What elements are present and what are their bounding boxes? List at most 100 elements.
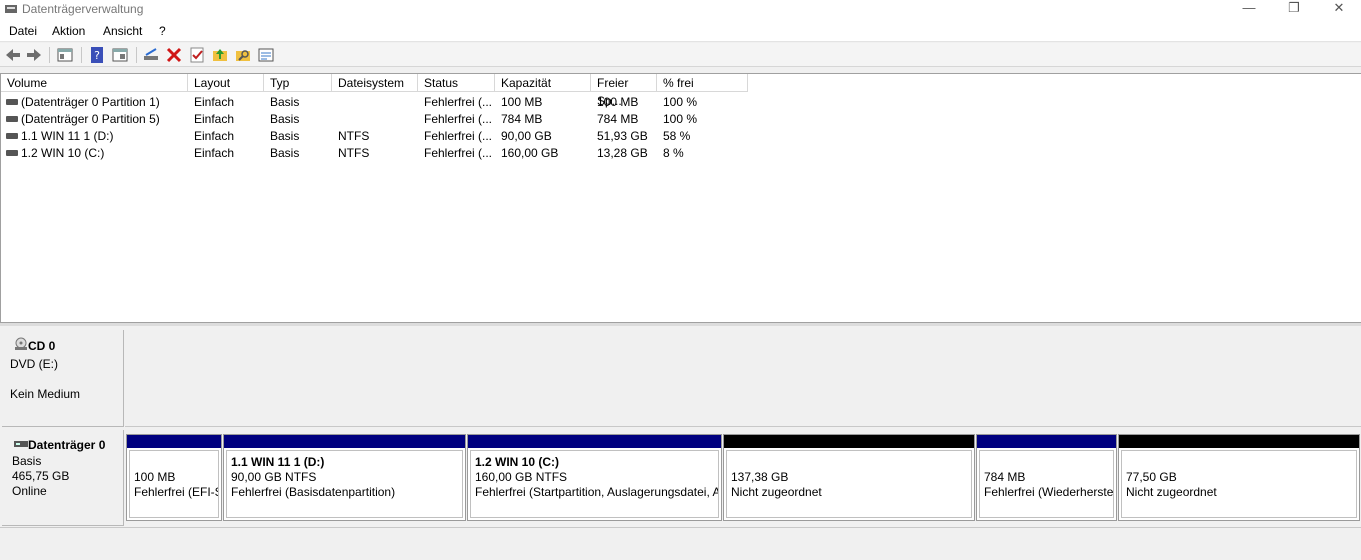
volume-type: Basis: [270, 146, 300, 160]
volume-icon: [6, 150, 18, 156]
close-button[interactable]: ✕: [1316, 0, 1361, 18]
partition-win10[interactable]: 1.2 WIN 10 (C:) 160,00 GB NTFS Fehlerfre…: [467, 434, 722, 521]
volume-icon: [6, 116, 18, 122]
partition-recovery[interactable]: 784 MB Fehlerfrei (Wiederherste: [976, 434, 1117, 521]
volume-capacity: 100 MB: [501, 95, 543, 109]
menu-datei[interactable]: Datei: [9, 24, 37, 38]
partition-status: Fehlerfrei (Startpartition, Auslagerungs…: [475, 485, 719, 499]
partition-status: Fehlerfrei (Wiederherste: [984, 485, 1114, 499]
partition-win11[interactable]: 1.1 WIN 11 1 (D:) 90,00 GB NTFS Fehlerfr…: [223, 434, 466, 521]
volume-name: 1.1 WIN 11 1 (D:): [21, 129, 114, 143]
volume-free-space: 51,93 GB: [597, 129, 648, 143]
column-header-layout[interactable]: Layout: [188, 74, 264, 92]
minimize-button[interactable]: —: [1226, 0, 1272, 18]
partition-unallocated-2[interactable]: 77,50 GB Nicht zugeordnet: [1118, 434, 1360, 521]
volume-name: (Datenträger 0 Partition 5): [21, 112, 160, 126]
partition-size: 160,00 GB NTFS: [475, 470, 568, 484]
disk-0-label[interactable]: Datenträger 0 Basis 465,75 GB Online: [2, 430, 124, 526]
partition-bar: [1119, 435, 1359, 448]
volume-percent-free: 100 %: [663, 112, 698, 126]
table-row[interactable]: 1.1 WIN 11 1 (D:) Einfach Basis NTFS Feh…: [1, 128, 761, 145]
partition-status: Fehlerfrei (Basisdatenpartition): [231, 485, 396, 499]
volume-status: Fehlerfrei (...: [424, 146, 493, 160]
cd-0-name: CD 0: [28, 339, 56, 353]
list-view-icon[interactable]: [257, 46, 275, 64]
volume-status: Fehlerfrei (...: [424, 129, 493, 143]
disk-0-state: Online: [12, 484, 47, 498]
volume-status: Fehlerfrei (...: [424, 95, 493, 109]
volume-percent-free: 58 %: [663, 129, 691, 143]
svg-text:?: ?: [94, 49, 100, 62]
volume-layout: Einfach: [194, 95, 235, 109]
volume-name: (Datenträger 0 Partition 1): [21, 95, 160, 109]
console-tree-icon[interactable]: [56, 46, 74, 64]
status-divider: [0, 527, 1361, 528]
properties-pane-icon[interactable]: [111, 46, 129, 64]
menu-aktion[interactable]: Aktion: [52, 24, 85, 38]
partition-bar: [468, 435, 721, 448]
volume-type: Basis: [270, 95, 300, 109]
partition-size: 90,00 GB NTFS: [231, 470, 317, 484]
help-icon[interactable]: ?: [88, 46, 106, 64]
partition-status: Nicht zugeordnet: [731, 485, 822, 499]
menu-bar: Datei Aktion Ansicht ?: [0, 20, 1361, 42]
folder-up-icon[interactable]: [211, 46, 229, 64]
forward-arrow-icon[interactable]: [25, 46, 43, 64]
volume-percent-free: 8 %: [663, 146, 684, 160]
volume-free-space: 784 MB: [597, 112, 639, 126]
partition-size: 77,50 GB: [1126, 470, 1177, 484]
volume-name: 1.2 WIN 10 (C:): [21, 146, 105, 160]
cd-drive-icon: [15, 337, 27, 350]
cd-0-area[interactable]: [125, 330, 1361, 427]
volume-free-space: 100 MB: [597, 95, 639, 109]
partition-size: 137,38 GB: [731, 470, 789, 484]
checklist-icon[interactable]: [188, 46, 206, 64]
volume-type: Basis: [270, 129, 300, 143]
menu-ansicht[interactable]: Ansicht: [103, 24, 142, 38]
volume-icon: [6, 133, 18, 139]
toolbar-separator: [49, 47, 50, 63]
hard-disk-icon: [14, 441, 28, 447]
menu-help[interactable]: ?: [159, 24, 166, 38]
toolbar-separator: [81, 47, 82, 63]
connect-drive-icon[interactable]: [142, 46, 160, 64]
column-header-typ[interactable]: Typ: [264, 74, 332, 92]
column-header-status[interactable]: Status: [418, 74, 495, 92]
disk-0-type: Basis: [12, 454, 42, 468]
partition-title: 1.1 WIN 11 1 (D:): [231, 455, 325, 469]
disk-0-size: 465,75 GB: [12, 469, 70, 483]
maximize-button[interactable]: ❐: [1271, 0, 1317, 18]
volume-layout: Einfach: [194, 146, 235, 160]
volume-layout: Einfach: [194, 112, 235, 126]
cd-0-drive: DVD (E:): [10, 357, 58, 371]
folder-search-icon[interactable]: [234, 46, 252, 64]
delete-icon[interactable]: [165, 46, 183, 64]
table-row[interactable]: (Datenträger 0 Partition 1) Einfach Basi…: [1, 94, 761, 111]
cd-0-media: Kein Medium: [10, 387, 81, 401]
column-header-volume[interactable]: Volume: [1, 74, 188, 92]
cd-0-label[interactable]: CD 0 DVD (E:) Kein Medium: [2, 330, 124, 427]
column-header-freier-speicher[interactable]: Freier Sp...: [591, 74, 657, 108]
volume-capacity: 784 MB: [501, 112, 543, 126]
partition-bar: [127, 435, 221, 448]
partition-status: Nicht zugeordnet: [1126, 485, 1217, 499]
window-title: Datenträgerverwaltung: [22, 2, 144, 16]
toolbar: ?: [0, 43, 1361, 67]
volume-free-space: 13,28 GB: [597, 146, 648, 160]
partition-bar: [224, 435, 465, 448]
toolbar-separator: [136, 47, 137, 63]
column-header-prozent-frei[interactable]: % frei: [657, 74, 748, 92]
volume-filesystem: NTFS: [338, 129, 370, 143]
table-row[interactable]: (Datenträger 0 Partition 5) Einfach Basi…: [1, 111, 761, 128]
column-header-kapazitaet[interactable]: Kapazität: [495, 74, 591, 92]
partition-unallocated-1[interactable]: 137,38 GB Nicht zugeordnet: [723, 434, 975, 521]
partition-status: Fehlerfrei (EFI-S: [134, 485, 219, 499]
partition-bar: [977, 435, 1116, 448]
partition-efi[interactable]: 100 MB Fehlerfrei (EFI-S: [126, 434, 222, 521]
volume-layout: Einfach: [194, 129, 235, 143]
back-arrow-icon[interactable]: [4, 46, 22, 64]
table-row[interactable]: 1.2 WIN 10 (C:) Einfach Basis NTFS Fehle…: [1, 145, 761, 162]
partition-size: 784 MB: [984, 470, 1026, 484]
volume-type: Basis: [270, 112, 300, 126]
column-header-dateisystem[interactable]: Dateisystem: [332, 74, 418, 92]
